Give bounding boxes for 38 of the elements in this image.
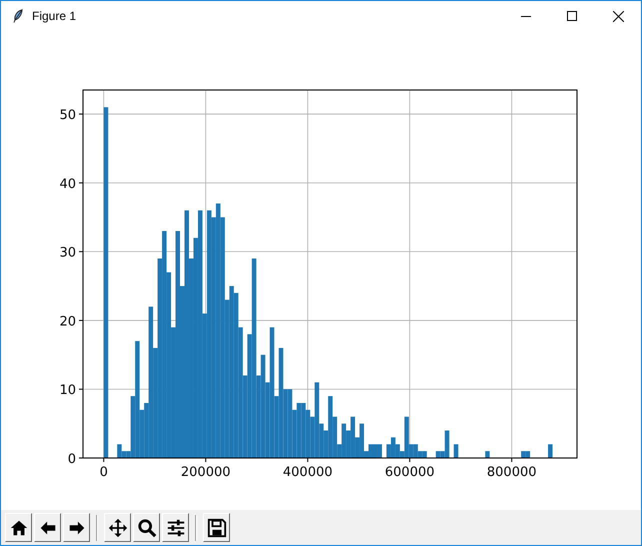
forward-button[interactable] bbox=[63, 513, 90, 542]
tick-mark bbox=[78, 114, 84, 115]
tick-mark bbox=[78, 182, 84, 184]
tick-label: 10 bbox=[59, 383, 76, 398]
tick-label: 600000 bbox=[384, 465, 435, 480]
home-button[interactable] bbox=[5, 513, 32, 542]
tick-mark bbox=[205, 458, 206, 462]
tick-mark bbox=[78, 388, 84, 390]
tick-label: 20 bbox=[59, 314, 76, 330]
tick-label: 40 bbox=[59, 176, 76, 192]
tick-label: 30 bbox=[59, 246, 76, 261]
tick-mark bbox=[78, 320, 84, 321]
tick-label: 50 bbox=[59, 108, 76, 124]
maximize-icon bbox=[567, 11, 577, 21]
tick-mark bbox=[307, 458, 308, 462]
tick-mark bbox=[409, 458, 410, 462]
sliders-icon bbox=[166, 518, 186, 538]
tick-mark bbox=[78, 251, 84, 252]
configure-button[interactable] bbox=[162, 513, 189, 542]
save-button[interactable] bbox=[203, 513, 230, 542]
window-title: Figure 1 bbox=[32, 8, 76, 25]
tick-label: 400000 bbox=[282, 465, 333, 480]
histogram-bar bbox=[454, 444, 458, 458]
tick-label: 0 bbox=[68, 452, 76, 467]
tick-label: 0 bbox=[100, 465, 108, 480]
zoom-button[interactable] bbox=[133, 513, 160, 542]
search-icon bbox=[136, 518, 156, 538]
back-button[interactable] bbox=[34, 513, 61, 542]
histogram-bar bbox=[485, 451, 490, 458]
tick-mark bbox=[511, 458, 512, 462]
tick-label: 800000 bbox=[486, 465, 537, 480]
move-arrows-icon bbox=[108, 518, 128, 538]
tick-mark bbox=[103, 458, 104, 462]
feather-icon bbox=[13, 9, 23, 23]
pan-button[interactable] bbox=[104, 513, 131, 542]
tick-label: 200000 bbox=[180, 465, 231, 480]
histogram-bar bbox=[548, 444, 553, 458]
close-icon bbox=[612, 10, 624, 22]
